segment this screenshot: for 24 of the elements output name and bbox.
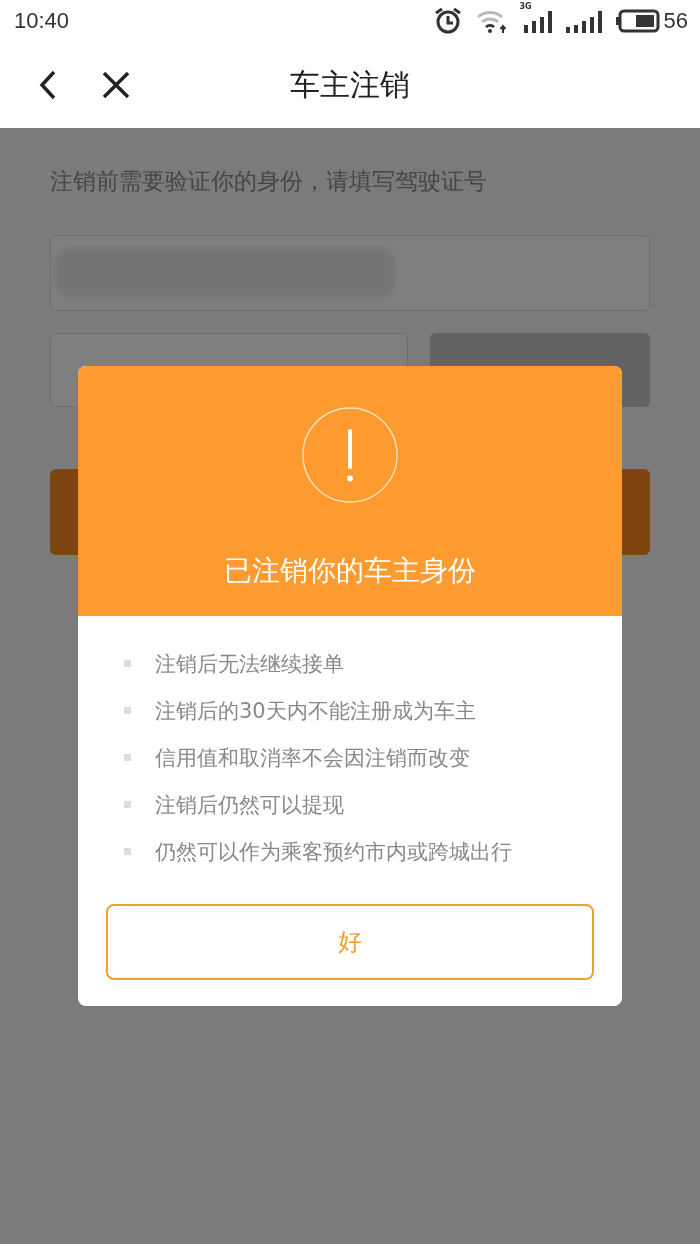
notice-item: 信用值和取消率不会因注销而改变: [155, 744, 470, 772]
signal-icon: [565, 9, 602, 33]
bullet-icon: [124, 707, 131, 714]
status-time: 10:40: [14, 8, 70, 34]
battery-icon: [615, 9, 660, 33]
signal-icon: [523, 9, 552, 33]
notice-item: 注销后无法继续接单: [155, 650, 344, 678]
notice-item: 注销后仍然可以提现: [155, 791, 344, 819]
battery-level-text: 56: [663, 8, 688, 34]
bullet-icon: [124, 801, 131, 808]
notice-item: 注销后的30天内不能注册成为车主: [155, 697, 476, 725]
bullet-icon: [124, 660, 131, 667]
dialog-title: 已注销你的车主身份: [224, 553, 476, 589]
network-type: 3G: [519, 2, 532, 11]
bullet-icon: [124, 848, 131, 855]
wifi-icon: [475, 9, 506, 33]
page-title: 车主注销: [290, 65, 410, 104]
ok-button[interactable]: 好: [106, 904, 594, 980]
close-icon[interactable]: [102, 71, 130, 99]
notice-item: 仍然可以作为乘客预约市内或跨城出行: [155, 838, 512, 866]
bullet-icon: [124, 754, 131, 761]
back-icon[interactable]: [38, 69, 58, 101]
exclamation-icon: [301, 406, 399, 504]
alarm-clock-icon: [433, 7, 462, 35]
